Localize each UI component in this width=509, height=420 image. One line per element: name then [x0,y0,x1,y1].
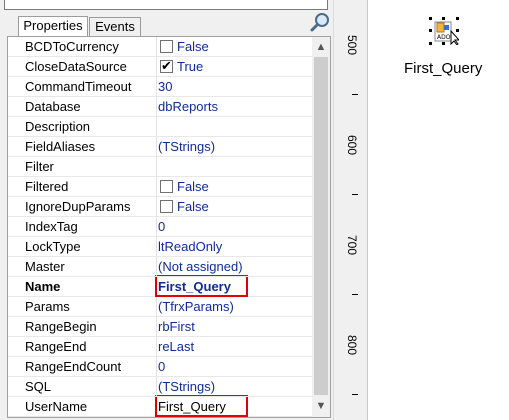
property-grid: UserName First_Query SQL (TStrings) RangeEnd… [7,36,331,418]
property-value[interactable]: (TfrxParams) [158,297,234,316]
ado-query-component[interactable]: ADO [429,17,461,46]
property-value[interactable]: False [177,37,209,56]
object-inspector: Properties Events UserName First_Query SQL… [0,0,339,420]
ruler-label: 700 [345,235,359,256]
property-row-description[interactable]: Description [8,117,312,137]
ruler-label: 500 [345,35,359,56]
property-name: IndexTag [25,219,78,234]
property-value[interactable]: (TStrings) [158,377,215,396]
property-name: CommandTimeout [25,79,132,94]
property-checkbox[interactable] [160,40,173,53]
property-name: RangeEnd [25,339,87,354]
property-row-indextag[interactable]: IndexTag 0 [8,217,312,237]
property-value[interactable]: True [177,57,203,76]
property-value[interactable]: False [177,197,209,216]
ruler-tick [352,94,358,95]
search-icon[interactable] [309,12,331,34]
ruler-tick [352,294,358,295]
property-name: IgnoreDupParams [25,199,131,214]
property-value[interactable]: (TStrings) [158,137,215,156]
property-value[interactable]: 0 [158,217,165,236]
property-name: UserName [25,399,88,414]
property-row-closedatasource[interactable]: CloseDataSource ✔ True [8,57,312,77]
property-row-params[interactable]: Params (TfrxParams) [8,297,312,317]
ruler-tick [352,394,358,395]
scroll-up-icon[interactable]: ▲ [312,38,330,56]
property-name: Filter [25,159,54,174]
property-name: BCDToCurrency [25,39,119,54]
property-name: Params [25,299,70,314]
property-name: Filtered [25,179,69,194]
ruler-label: 800 [345,335,359,356]
property-checkbox[interactable]: ✔ [160,58,173,73]
property-value[interactable]: (Not assigned) [158,257,243,276]
scroll-thumb[interactable] [314,57,328,395]
property-name: Database [25,99,81,114]
property-name: CloseDataSource [25,59,127,74]
property-row-bcdtocurrency[interactable]: BCDToCurrency False [8,37,312,57]
property-name: RangeBegin [25,319,97,334]
property-value[interactable]: 0 [158,357,165,376]
property-row-name[interactable]: Name First_Query [8,275,312,297]
property-row-database[interactable]: Database dbReports [8,97,312,117]
design-surface[interactable]: ADO First_Query [368,0,509,420]
vertical-scrollbar[interactable]: ▲ ▼ [312,37,330,417]
property-row-filter[interactable]: Filter [8,157,312,177]
property-value[interactable]: ltReadOnly [158,237,222,256]
object-selector-combo[interactable] [4,0,328,10]
property-checkbox[interactable] [160,200,173,213]
property-value[interactable]: 30 [158,77,172,96]
checkmark-icon: ✔ [161,58,172,73]
property-name: RangeEndCount [25,359,122,374]
property-name: LockType [25,239,81,254]
ado-query-icon: ADO [434,21,461,46]
property-row-sql[interactable]: SQL (TStrings) [8,377,312,397]
highlight-box [155,395,248,417]
property-row-username[interactable]: UserName First_Query [8,395,312,417]
property-row-commandtimeout[interactable]: CommandTimeout 30 [8,77,312,97]
ruler-tick [352,194,358,195]
component-badge: ADO [437,34,451,41]
property-name: Master [25,259,65,274]
property-row-locktype[interactable]: LockType ltReadOnly [8,237,312,257]
property-row-ignoredupparams[interactable]: IgnoreDupParams False [8,197,312,217]
property-row-master[interactable]: Master (Not assigned) [8,257,312,277]
property-checkbox[interactable] [160,180,173,193]
property-row-rangebegin[interactable]: RangeBegin rbFirst [8,317,312,337]
property-row-fieldaliases[interactable]: FieldAliases (TStrings) [8,137,312,157]
property-value[interactable]: reLast [158,337,194,356]
property-value[interactable]: False [177,177,209,196]
vertical-ruler: 500 600 700 800 [338,0,368,420]
property-name: Description [25,119,91,134]
highlight-box [155,275,248,297]
property-value[interactable]: rbFirst [158,317,195,336]
property-value[interactable]: dbReports [158,97,218,116]
scroll-down-icon[interactable]: ▼ [312,397,330,415]
property-row-rangeend[interactable]: RangeEnd reLast [8,337,312,357]
property-name: FieldAliases [25,139,96,154]
property-row-rangeendcount[interactable]: RangeEndCount 0 [8,357,312,377]
tab-events[interactable]: Events [89,17,141,36]
property-row-filtered[interactable]: Filtered False [8,177,312,197]
ruler-label: 600 [345,135,359,156]
property-name: SQL [25,379,52,394]
property-name: Name [25,279,61,294]
tab-properties[interactable]: Properties [18,16,88,37]
component-label: First_Query [404,60,483,77]
